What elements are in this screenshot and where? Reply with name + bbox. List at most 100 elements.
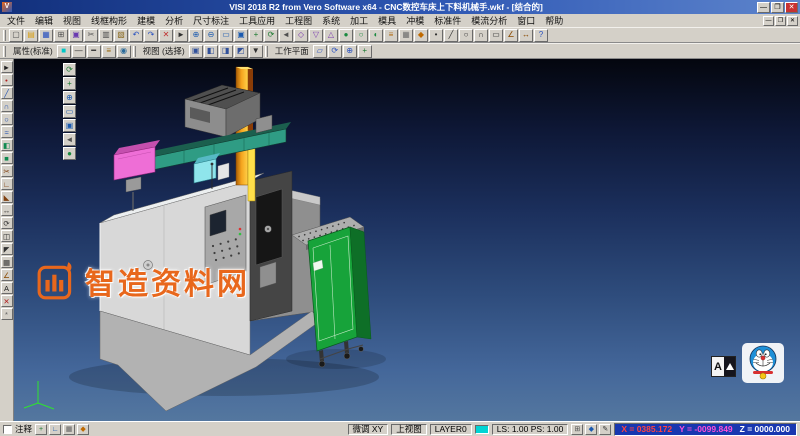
scale-icon[interactable]: ◤	[1, 243, 13, 255]
menu-item[interactable]: 窗口	[512, 16, 540, 26]
workplane-axis-icon[interactable]: +	[358, 45, 372, 58]
hidden-line-icon[interactable]: ◐	[369, 29, 383, 42]
mdi-minimize-button[interactable]: —	[763, 16, 774, 26]
toolbar-grip[interactable]	[3, 46, 6, 57]
toolbar-grip[interactable]	[133, 46, 136, 57]
plot-icon[interactable]: ▣	[69, 29, 83, 42]
open-folder-icon[interactable]: ▤	[24, 29, 38, 42]
color-swatch-icon[interactable]: ■	[57, 45, 71, 58]
visibility-icon[interactable]: ◉	[117, 45, 131, 58]
menu-item[interactable]: 工程图	[280, 16, 317, 26]
grid-icon[interactable]: ▦	[399, 29, 413, 42]
erase-icon[interactable]: ✕	[1, 295, 13, 307]
help-icon[interactable]: ?	[534, 29, 548, 42]
line-create-icon[interactable]: ╱	[1, 87, 13, 99]
rotate-icon[interactable]: ⟳	[1, 217, 13, 229]
chamfer-icon[interactable]: ◣	[1, 191, 13, 203]
trim-icon[interactable]: ✂	[1, 165, 13, 177]
point-icon[interactable]: •	[429, 29, 443, 42]
menu-item[interactable]: 线框构形	[86, 16, 132, 26]
close-button[interactable]: ✕	[785, 2, 798, 13]
arc-create-icon[interactable]: ∩	[1, 100, 13, 112]
zoom-extents-icon[interactable]: ▣	[63, 119, 76, 132]
menu-item[interactable]: 帮助	[540, 16, 568, 26]
grid-toggle-icon[interactable]: ▦	[63, 424, 75, 435]
surface-icon[interactable]: ◧	[1, 139, 13, 151]
select-icon[interactable]: ►	[174, 29, 188, 42]
options-icon[interactable]: *	[1, 308, 13, 320]
shading-mode-icon[interactable]: ●	[63, 147, 76, 160]
scale-field[interactable]: LS: 1.00 PS: 1.00	[492, 424, 569, 435]
workplane-xy-icon[interactable]: ▱	[313, 45, 327, 58]
move-icon[interactable]: ↔	[1, 204, 13, 216]
select-arrow-icon[interactable]: ►	[1, 61, 13, 73]
point-create-icon[interactable]: •	[1, 74, 13, 86]
zoom-dynamic-icon[interactable]: ⊕	[63, 91, 76, 104]
paste-icon[interactable]: ▧	[114, 29, 128, 42]
menu-item[interactable]: 标准件	[429, 16, 466, 26]
measure-tool-icon[interactable]: ∠	[1, 269, 13, 281]
solid-icon[interactable]: ■	[1, 152, 13, 164]
menu-item[interactable]: 视图	[58, 16, 86, 26]
text-icon[interactable]: A	[1, 282, 13, 294]
snap-toggle-icon[interactable]: ◆	[77, 424, 89, 435]
curve-create-icon[interactable]: ≈	[1, 126, 13, 138]
nudge-field[interactable]: 微调 XY	[348, 424, 389, 435]
menu-item[interactable]: 系统	[317, 16, 345, 26]
arc-icon[interactable]: ∩	[474, 29, 488, 42]
toolbar-grip[interactable]	[3, 30, 6, 41]
zoom-out-icon[interactable]: ⊖	[204, 29, 218, 42]
top-view-icon[interactable]: ▽	[309, 29, 323, 42]
menu-item[interactable]: 建模	[132, 16, 160, 26]
world-axis-icon[interactable]: +	[35, 424, 47, 435]
toolbar-grip[interactable]	[265, 46, 268, 57]
array-icon[interactable]: ▦	[1, 256, 13, 268]
menu-item[interactable]: 工具应用	[234, 16, 280, 26]
zoom-in-icon[interactable]: ⊕	[189, 29, 203, 42]
previous-view-icon[interactable]: ◄	[279, 29, 293, 42]
rotate-view-icon[interactable]: ⟳	[264, 29, 278, 42]
circle-icon[interactable]: ○	[459, 29, 473, 42]
save-icon[interactable]: ▦	[39, 29, 53, 42]
dimension-icon[interactable]: ↔	[519, 29, 533, 42]
workplane-switch-icon[interactable]: ⟳	[328, 45, 342, 58]
wireframe-view-icon[interactable]: ○	[354, 29, 368, 42]
menu-item[interactable]: 分析	[160, 16, 188, 26]
minimize-button[interactable]: —	[757, 2, 770, 13]
rectangle-icon[interactable]: ▭	[489, 29, 503, 42]
zoom-fit-icon[interactable]: ▣	[234, 29, 248, 42]
menu-item[interactable]: 编辑	[30, 16, 58, 26]
mdi-restore-button[interactable]: ❐	[775, 16, 786, 26]
line-icon[interactable]: ╱	[444, 29, 458, 42]
iso-view-icon[interactable]: ◇	[294, 29, 308, 42]
new-file-icon[interactable]: ▢	[9, 29, 23, 42]
view-rotate-icon[interactable]: ⟳	[63, 63, 76, 76]
current-view-field[interactable]: 上视图	[391, 424, 427, 435]
layer-manager-icon[interactable]: ≡	[384, 29, 398, 42]
select-face-icon[interactable]: ◧	[204, 45, 218, 58]
copy-icon[interactable]: ▥	[99, 29, 113, 42]
measure-icon[interactable]: ∠	[504, 29, 518, 42]
select-all-icon[interactable]: ▣	[189, 45, 203, 58]
cut-icon[interactable]: ✂	[84, 29, 98, 42]
layer-select-icon[interactable]: ≡	[102, 45, 116, 58]
menu-item[interactable]: 冲模	[401, 16, 429, 26]
front-view-icon[interactable]: △	[324, 29, 338, 42]
ucs-icon[interactable]: ∟	[49, 424, 61, 435]
zoom-window-icon[interactable]: ▭	[219, 29, 233, 42]
pen-icon[interactable]: ✎	[599, 424, 611, 435]
menu-item[interactable]: 加工	[345, 16, 373, 26]
view-pan-icon[interactable]: +	[63, 77, 76, 90]
menu-item[interactable]: 文件	[2, 16, 30, 26]
delete-icon[interactable]: ✕	[159, 29, 173, 42]
shaded-view-icon[interactable]: ●	[339, 29, 353, 42]
cnc-machine-3d-model[interactable]	[14, 59, 800, 421]
line-weight-icon[interactable]: ━	[87, 45, 101, 58]
undo-icon[interactable]: ↶	[129, 29, 143, 42]
select-body-icon[interactable]: ◩	[234, 45, 248, 58]
menu-item[interactable]: 尺寸标注	[188, 16, 234, 26]
select-edge-icon[interactable]: ◨	[219, 45, 233, 58]
fillet-icon[interactable]: ∟	[1, 178, 13, 190]
menu-item[interactable]: 模流分析	[466, 16, 512, 26]
line-style-icon[interactable]: ―	[72, 45, 86, 58]
